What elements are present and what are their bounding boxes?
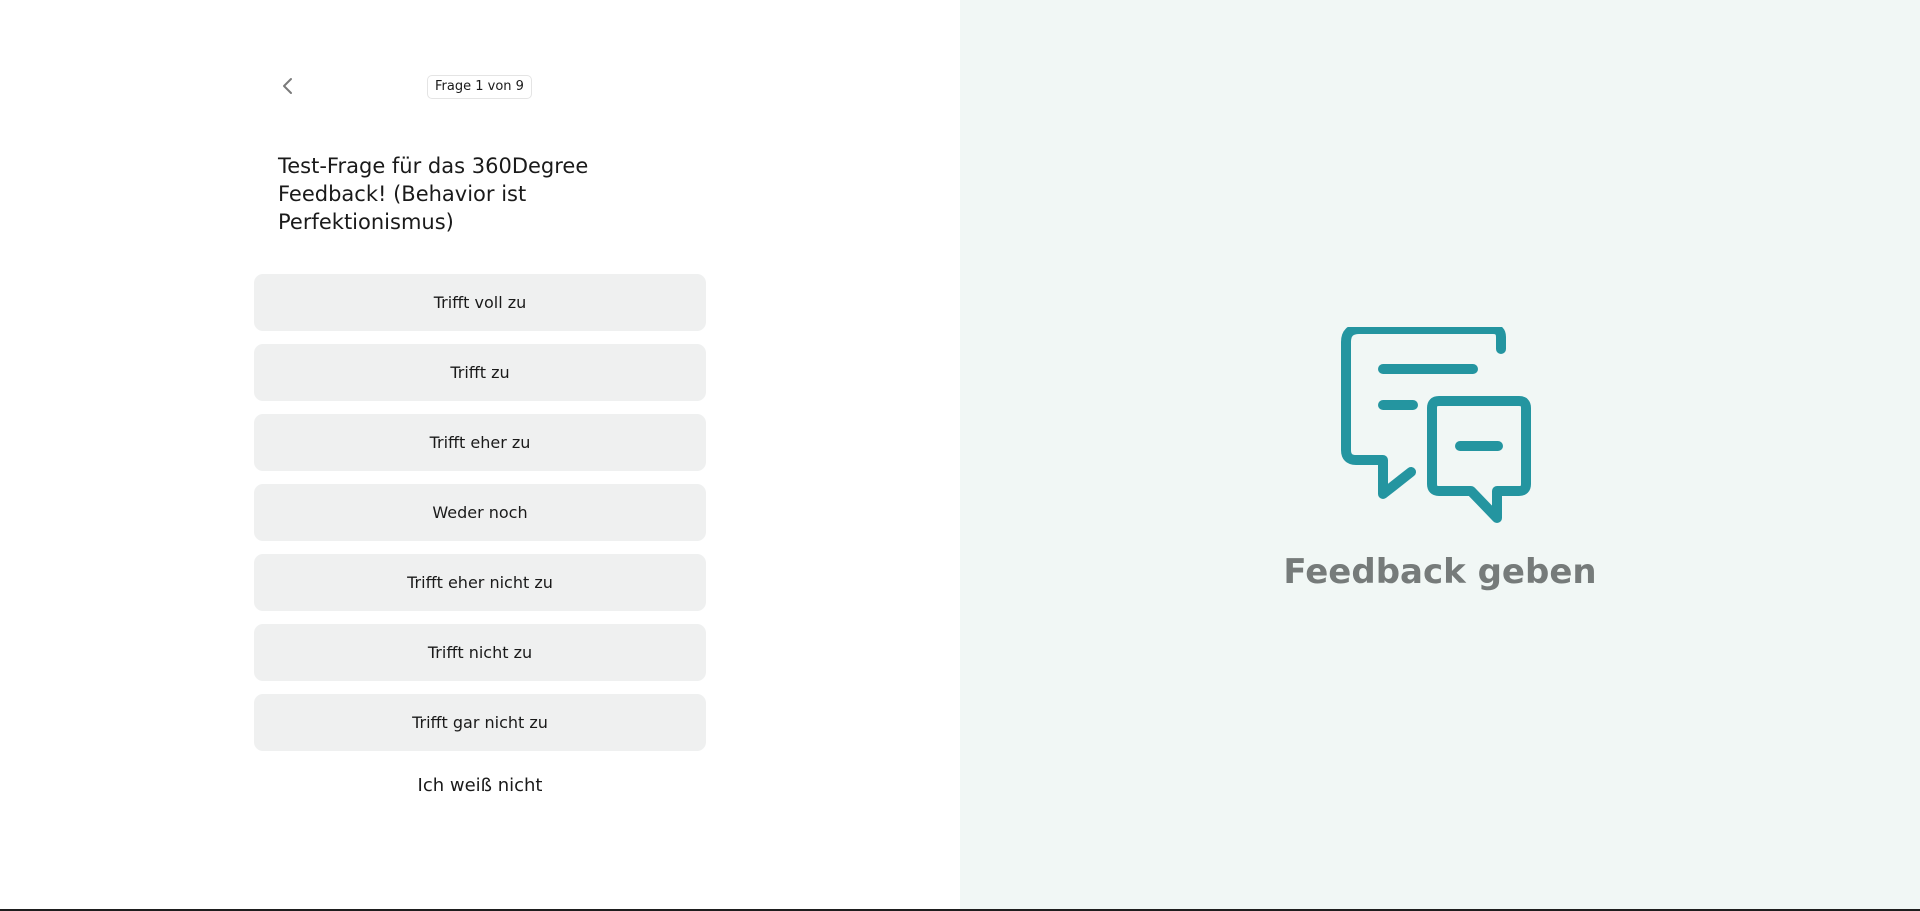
dont-know-button[interactable]: Ich weiß nicht <box>254 770 706 802</box>
option-weder-noch[interactable]: Weder noch <box>254 484 706 541</box>
option-trifft-eher-nicht-zu[interactable]: Trifft eher nicht zu <box>254 554 706 611</box>
option-trifft-eher-zu[interactable]: Trifft eher zu <box>254 414 706 471</box>
back-button[interactable] <box>276 74 300 98</box>
survey-pane: Frage 1 von 9 Test-Frage für das 360Degr… <box>0 0 960 909</box>
answer-options: Trifft voll zu Trifft zu Trifft eher zu … <box>254 274 706 764</box>
chat-bubbles-icon <box>1341 327 1531 523</box>
option-trifft-gar-nicht-zu[interactable]: Trifft gar nicht zu <box>254 694 706 751</box>
chevron-left-icon <box>283 78 292 94</box>
feedback-title: Feedback geben <box>1283 552 1597 592</box>
question-text: Test-Frage für das 360Degree Feedback! (… <box>278 154 589 234</box>
option-trifft-voll-zu[interactable]: Trifft voll zu <box>254 274 706 331</box>
question-counter: Frage 1 von 9 <box>427 75 532 99</box>
option-trifft-nicht-zu[interactable]: Trifft nicht zu <box>254 624 706 681</box>
option-trifft-zu[interactable]: Trifft zu <box>254 344 706 401</box>
